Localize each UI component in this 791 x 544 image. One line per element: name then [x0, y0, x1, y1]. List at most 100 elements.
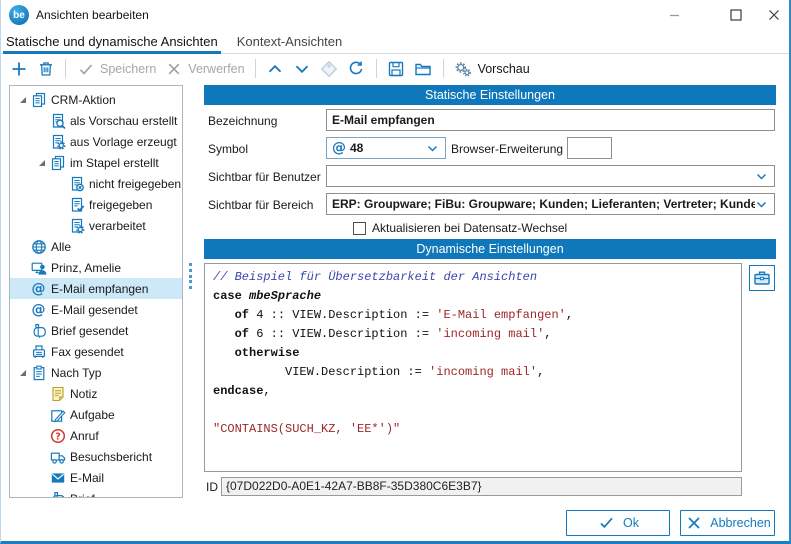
- note-icon: [49, 386, 66, 402]
- tree-item-18[interactable]: E-Mail: [10, 467, 182, 488]
- minimize-icon: [666, 6, 685, 25]
- dynamic-code-editor[interactable]: // Beispiel für Übersetzbarkeit der Ansi…: [204, 263, 742, 472]
- chevron-down-icon: [426, 142, 440, 155]
- mailbox-icon: [49, 491, 66, 499]
- import-button[interactable]: [410, 57, 437, 80]
- preview-button[interactable]: Vorschau: [450, 57, 534, 80]
- tree-item-9[interactable]: @E-Mail empfangen: [10, 278, 182, 299]
- toolbar-separator: [443, 59, 444, 78]
- expander-icon[interactable]: [16, 92, 30, 108]
- expander-spacer: [16, 281, 30, 297]
- clipboard-icon: [30, 365, 47, 381]
- cancel-button-label: Abbrechen: [710, 516, 770, 530]
- tree-item-6[interactable]: verarbeitet: [10, 215, 182, 236]
- tree-item-label: Besuchsbericht: [70, 450, 152, 464]
- expander-icon[interactable]: [16, 365, 30, 381]
- cross-icon: [164, 59, 183, 78]
- truck-icon: [49, 449, 66, 465]
- add-view-button[interactable]: [5, 57, 32, 80]
- expander-spacer: [16, 239, 30, 255]
- tree-item-0[interactable]: CRM-Aktion: [10, 89, 182, 110]
- tree-item-16[interactable]: ?Anruf: [10, 425, 182, 446]
- chevron-down-icon: [755, 170, 769, 183]
- save-button-label: Speichern: [100, 62, 156, 76]
- mailbox-icon: [30, 323, 47, 339]
- save-button[interactable]: Speichern: [72, 57, 160, 80]
- tree-item-10[interactable]: @E-Mail gesendet: [10, 299, 182, 320]
- export-button[interactable]: [383, 57, 410, 80]
- expander-spacer: [35, 386, 49, 402]
- maximize-button[interactable]: [715, 0, 757, 30]
- expander-spacer: [35, 470, 49, 486]
- delete-view-button[interactable]: [32, 57, 59, 80]
- maximize-icon: [727, 6, 746, 25]
- tree-item-label: Fax gesendet: [51, 345, 124, 359]
- doc-check-icon: [68, 197, 85, 213]
- code-line: of 4 :: VIEW.Description := 'E-Mail empf…: [213, 306, 733, 325]
- tree-item-3[interactable]: im Stapel erstellt: [10, 152, 182, 173]
- toolbar-separator: [65, 59, 66, 78]
- tab-statische-und-dynamische-ansichten[interactable]: Statische und dynamische Ansichten: [4, 32, 220, 53]
- aktualisieren-checkbox[interactable]: [353, 222, 366, 235]
- code-line: [213, 401, 733, 420]
- expander-spacer: [35, 449, 49, 465]
- chevron-down-icon: [755, 198, 769, 211]
- tree-item-8[interactable]: Prinz, Amelie: [10, 257, 182, 278]
- expander-spacer: [54, 218, 68, 234]
- symbol-label: Symbol: [208, 138, 248, 160]
- tree-item-1[interactable]: als Vorschau erstellt: [10, 110, 182, 131]
- doc-search-icon: [49, 113, 66, 129]
- cancel-button[interactable]: Abbrechen: [680, 510, 775, 536]
- browser-erweiterung-input[interactable]: [567, 137, 612, 159]
- tree-item-14[interactable]: Notiz: [10, 383, 182, 404]
- doc-gear-icon: [68, 218, 85, 234]
- discard-button[interactable]: Verwerfen: [160, 57, 248, 80]
- tree-item-label: im Stapel erstellt: [70, 156, 159, 170]
- tree-item-12[interactable]: Fax gesendet: [10, 341, 182, 362]
- sichtbar-bereich-value: ERP: Groupware; FiBu: Groupware; Kunden;…: [332, 194, 755, 214]
- symbol-dropdown[interactable]: @ 48: [326, 137, 446, 159]
- close-button[interactable]: [757, 0, 791, 30]
- docs-stack-icon: [30, 92, 47, 108]
- sichtbar-bereich-dropdown[interactable]: ERP: Groupware; FiBu: Groupware; Kunden;…: [326, 193, 775, 215]
- tree-item-label: Nach Typ: [51, 366, 101, 380]
- tree-item-label: Alle: [51, 240, 71, 254]
- tree-item-5[interactable]: freigegeben: [10, 194, 182, 215]
- move-down-button[interactable]: [289, 57, 316, 80]
- bezeichnung-input[interactable]: E-Mail empfangen: [326, 109, 775, 131]
- refresh-button[interactable]: [343, 57, 370, 80]
- panel-splitter[interactable]: [189, 263, 193, 289]
- sichtbar-benutzer-dropdown[interactable]: [326, 165, 775, 187]
- tree-item-label: verarbeitet: [89, 219, 146, 233]
- titlebar[interactable]: be Ansichten bearbeiten: [1, 0, 789, 30]
- expander-spacer: [35, 491, 49, 499]
- minimize-button[interactable]: [654, 0, 696, 30]
- tag-button[interactable]: [316, 57, 343, 80]
- tree-item-19[interactable]: Brief: [10, 488, 182, 498]
- expander-icon[interactable]: [35, 155, 49, 171]
- expander-spacer: [16, 323, 30, 339]
- symbol-value: 48: [350, 138, 363, 158]
- tab-kontext-ansichten[interactable]: Kontext-Ansichten: [235, 32, 345, 53]
- tree-item-7[interactable]: Alle: [10, 236, 182, 257]
- window-title: Ansichten bearbeiten: [36, 0, 149, 30]
- tree-item-11[interactable]: Brief gesendet: [10, 320, 182, 341]
- view-tree: CRM-Aktionals Vorschau erstelltaus Vorla…: [9, 85, 183, 498]
- code-toolbox-button[interactable]: [749, 265, 775, 291]
- expander-spacer: [16, 302, 30, 318]
- code-line: // Beispiel für Übersetzbarkeit der Ansi…: [213, 268, 733, 287]
- tree-item-label: E-Mail empfangen: [51, 282, 148, 296]
- tree-item-4[interactable]: nicht freigegeben: [10, 173, 182, 194]
- dynamic-settings-header: Dynamische Einstellungen: [204, 239, 776, 259]
- code-line: of 6 :: VIEW.Description := 'incoming ma…: [213, 325, 733, 344]
- tree-item-15[interactable]: Aufgabe: [10, 404, 182, 425]
- code-line: endcase,: [213, 382, 733, 401]
- tree-item-13[interactable]: Nach Typ: [10, 362, 182, 383]
- ok-button[interactable]: Ok: [566, 510, 670, 536]
- tree-item-label: E-Mail: [70, 471, 104, 485]
- sichtbar-bereich-label: Sichtbar für Bereich: [208, 194, 313, 216]
- move-up-button[interactable]: [262, 57, 289, 80]
- tree-item-2[interactable]: aus Vorlage erzeugt: [10, 131, 182, 152]
- tree-item-17[interactable]: Besuchsbericht: [10, 446, 182, 467]
- expander-spacer: [16, 344, 30, 360]
